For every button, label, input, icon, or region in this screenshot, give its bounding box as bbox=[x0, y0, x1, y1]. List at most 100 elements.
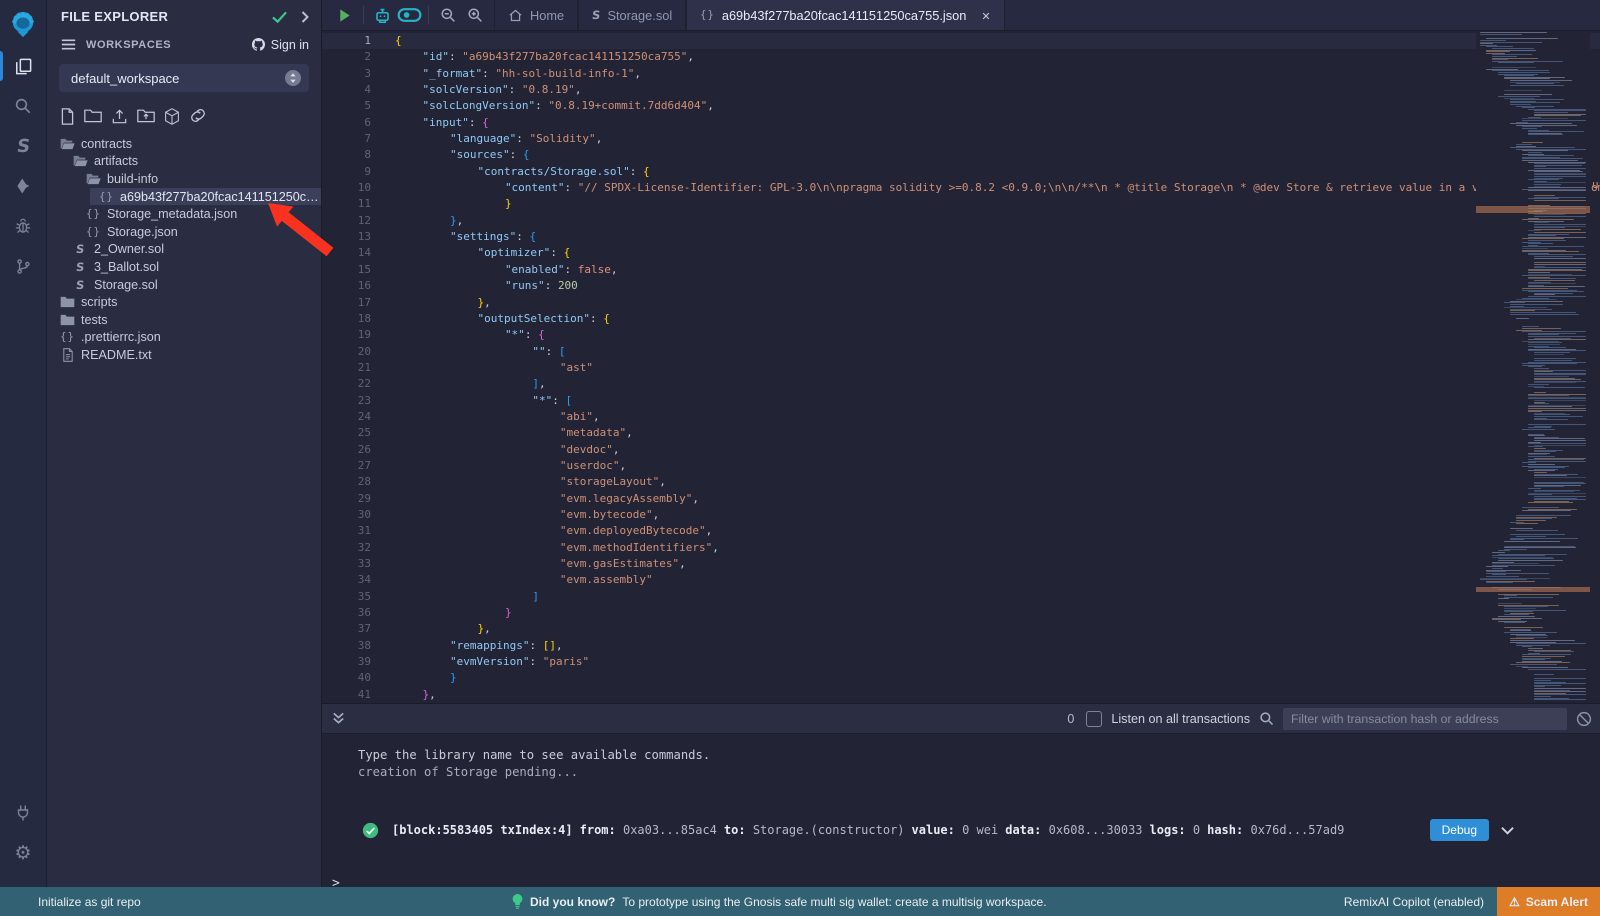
code-line-32[interactable]: 32"evm.methodIdentifiers", bbox=[322, 540, 1600, 556]
tree-item-label: artifacts bbox=[94, 154, 138, 168]
tree-item-storage-json[interactable]: {}Storage.json bbox=[47, 223, 321, 241]
zoom-in-button[interactable] bbox=[461, 0, 488, 30]
code-line-18[interactable]: 18"outputSelection": { bbox=[322, 311, 1600, 327]
tree-item-storage-metadata-json[interactable]: {}Storage_metadata.json bbox=[47, 205, 321, 223]
code-line-4[interactable]: 4"solcVersion": "0.8.19", bbox=[322, 82, 1600, 98]
copilot-status[interactable]: RemixAI Copilot (enabled) bbox=[1344, 895, 1484, 909]
tree-item--prettierrc-json[interactable]: {}.prettierrc.json bbox=[47, 329, 321, 347]
transaction-log-row[interactable]: [block:5583405 txIndex:4]from: 0xa03...8… bbox=[362, 817, 1600, 843]
upload-file-icon[interactable] bbox=[111, 108, 128, 125]
zoom-out-button[interactable] bbox=[434, 0, 461, 30]
run-script-button[interactable] bbox=[331, 0, 358, 30]
code-editor[interactable]: 1{2"id": "a69b43f277ba20fcac141151250ca7… bbox=[322, 30, 1600, 703]
code-line-39[interactable]: 39"evmVersion": "paris" bbox=[322, 654, 1600, 670]
rail-item-solidity-compiler[interactable]: S bbox=[0, 126, 46, 166]
link-icon[interactable] bbox=[189, 108, 207, 125]
terminal-output[interactable]: Type the library name to see available c… bbox=[322, 734, 1600, 888]
code-line-7[interactable]: 7"language": "Solidity", bbox=[322, 131, 1600, 147]
rail-item-settings[interactable]: ⚙ bbox=[0, 833, 46, 873]
code-line-1[interactable]: 1{ bbox=[322, 33, 1600, 49]
tab-a69b43f277ba20fcac141151250ca755-json[interactable]: {}a69b43f277ba20fcac141151250ca755.json✕ bbox=[686, 0, 1004, 30]
workspace-menu-icon[interactable] bbox=[61, 38, 76, 51]
remix-logo[interactable] bbox=[0, 2, 46, 46]
rail-item-search[interactable] bbox=[0, 86, 46, 126]
code-line-25[interactable]: 25"metadata", bbox=[322, 425, 1600, 441]
code-line-37[interactable]: 37}, bbox=[322, 621, 1600, 637]
tree-item-3-ballot-sol[interactable]: S3_Ballot.sol bbox=[47, 258, 321, 276]
rail-item-deploy-run[interactable] bbox=[0, 166, 46, 206]
ipfs-box-icon[interactable] bbox=[164, 108, 180, 125]
code-line-9[interactable]: 9"contracts/Storage.sol": { bbox=[322, 164, 1600, 180]
line-number: 5 bbox=[322, 98, 371, 114]
code-line-13[interactable]: 13"settings": { bbox=[322, 229, 1600, 245]
workspace-select[interactable]: default_workspace bbox=[59, 64, 309, 92]
listen-all-transactions-checkbox[interactable] bbox=[1086, 711, 1102, 727]
close-tab-icon[interactable]: ✕ bbox=[973, 8, 990, 23]
code-line-14[interactable]: 14"optimizer": { bbox=[322, 245, 1600, 261]
code-line-5[interactable]: 5"solcLongVersion": "0.8.19+commit.7dd6d… bbox=[322, 98, 1600, 114]
terminal-search-icon[interactable] bbox=[1259, 711, 1274, 726]
code-line-8[interactable]: 8"sources": { bbox=[322, 147, 1600, 163]
tree-item-build-info[interactable]: build-info bbox=[47, 170, 321, 188]
minimap[interactable] bbox=[1476, 30, 1590, 703]
tab-storage-sol[interactable]: SStorage.sol bbox=[578, 0, 686, 30]
code-line-35[interactable]: 35] bbox=[322, 589, 1600, 605]
code-line-6[interactable]: 6"input": { bbox=[322, 115, 1600, 131]
tab-home[interactable]: Home bbox=[494, 0, 578, 30]
code-line-22[interactable]: 22], bbox=[322, 376, 1600, 392]
code-line-19[interactable]: 19"*": { bbox=[322, 327, 1600, 343]
tree-item-readme-txt[interactable]: README.txt bbox=[47, 346, 321, 364]
tree-item-2-owner-sol[interactable]: S2_Owner.sol bbox=[47, 241, 321, 259]
line-content: "evmVersion": "paris" bbox=[395, 654, 1600, 670]
transaction-filter-input[interactable] bbox=[1283, 708, 1567, 730]
terminal-collapse-icon[interactable] bbox=[332, 712, 345, 725]
code-line-33[interactable]: 33"evm.gasEstimates", bbox=[322, 556, 1600, 572]
create-folder-icon[interactable] bbox=[84, 108, 102, 125]
code-line-2[interactable]: 2"id": "a69b43f277ba20fcac141151250ca755… bbox=[322, 49, 1600, 65]
code-line-10[interactable]: 10"content": "// SPDX-License-Identifier… bbox=[322, 180, 1600, 196]
code-line-31[interactable]: 31"evm.deployedBytecode", bbox=[322, 523, 1600, 539]
rail-item-file-explorer[interactable] bbox=[0, 46, 46, 86]
tree-item-tests[interactable]: tests bbox=[47, 311, 321, 329]
code-line-12[interactable]: 12}, bbox=[322, 213, 1600, 229]
upload-folder-icon[interactable] bbox=[137, 108, 155, 125]
expand-transaction-chevron-icon[interactable] bbox=[1501, 826, 1514, 835]
create-file-icon[interactable] bbox=[60, 108, 75, 125]
github-sign-in-button[interactable]: Sign in bbox=[251, 37, 309, 52]
tree-item-contracts[interactable]: contracts bbox=[47, 135, 321, 153]
rail-item-debugger[interactable] bbox=[0, 206, 46, 246]
tree-item-storage-sol[interactable]: SStorage.sol bbox=[47, 276, 321, 294]
code-line-27[interactable]: 27"userdoc", bbox=[322, 458, 1600, 474]
scam-alert-button[interactable]: ⚠ Scam Alert bbox=[1497, 887, 1600, 916]
rail-item-git[interactable] bbox=[0, 246, 46, 286]
code-line-21[interactable]: 21"ast" bbox=[322, 360, 1600, 376]
collapse-panel-chevron-icon[interactable] bbox=[301, 11, 309, 23]
code-line-16[interactable]: 16"runs": 200 bbox=[322, 278, 1600, 294]
code-line-36[interactable]: 36} bbox=[322, 605, 1600, 621]
code-line-30[interactable]: 30"evm.bytecode", bbox=[322, 507, 1600, 523]
tree-item-scripts[interactable]: scripts bbox=[47, 293, 321, 311]
code-line-23[interactable]: 23"*": [ bbox=[322, 393, 1600, 409]
tree-item-a69b43f277ba20fcac141151250ca7-[interactable]: {}a69b43f277ba20fcac141151250ca7... bbox=[47, 188, 321, 206]
code-line-38[interactable]: 38"remappings": [], bbox=[322, 638, 1600, 654]
code-line-29[interactable]: 29"evm.legacyAssembly", bbox=[322, 491, 1600, 507]
code-line-24[interactable]: 24"abi", bbox=[322, 409, 1600, 425]
clear-console-icon[interactable] bbox=[1576, 711, 1592, 727]
code-line-15[interactable]: 15"enabled": false, bbox=[322, 262, 1600, 278]
code-line-3[interactable]: 3"_format": "hh-sol-build-info-1", bbox=[322, 66, 1600, 82]
code-line-17[interactable]: 17}, bbox=[322, 295, 1600, 311]
git-init-button[interactable]: Initialize as git repo bbox=[38, 895, 141, 909]
code-line-41[interactable]: 41}, bbox=[322, 687, 1600, 703]
rail-item-plugin-manager[interactable] bbox=[0, 793, 46, 833]
code-line-26[interactable]: 26"devdoc", bbox=[322, 442, 1600, 458]
copilot-toggle-button[interactable] bbox=[396, 0, 423, 30]
tree-item-label: 2_Owner.sol bbox=[94, 242, 164, 256]
remixai-assistant-button[interactable] bbox=[369, 0, 396, 30]
code-line-34[interactable]: 34"evm.assembly" bbox=[322, 572, 1600, 588]
code-line-11[interactable]: 11} bbox=[322, 196, 1600, 212]
code-line-20[interactable]: 20"": [ bbox=[322, 344, 1600, 360]
tree-item-artifacts[interactable]: artifacts bbox=[47, 153, 321, 171]
code-line-40[interactable]: 40} bbox=[322, 670, 1600, 686]
code-line-28[interactable]: 28"storageLayout", bbox=[322, 474, 1600, 490]
debug-button[interactable]: Debug bbox=[1430, 819, 1489, 841]
